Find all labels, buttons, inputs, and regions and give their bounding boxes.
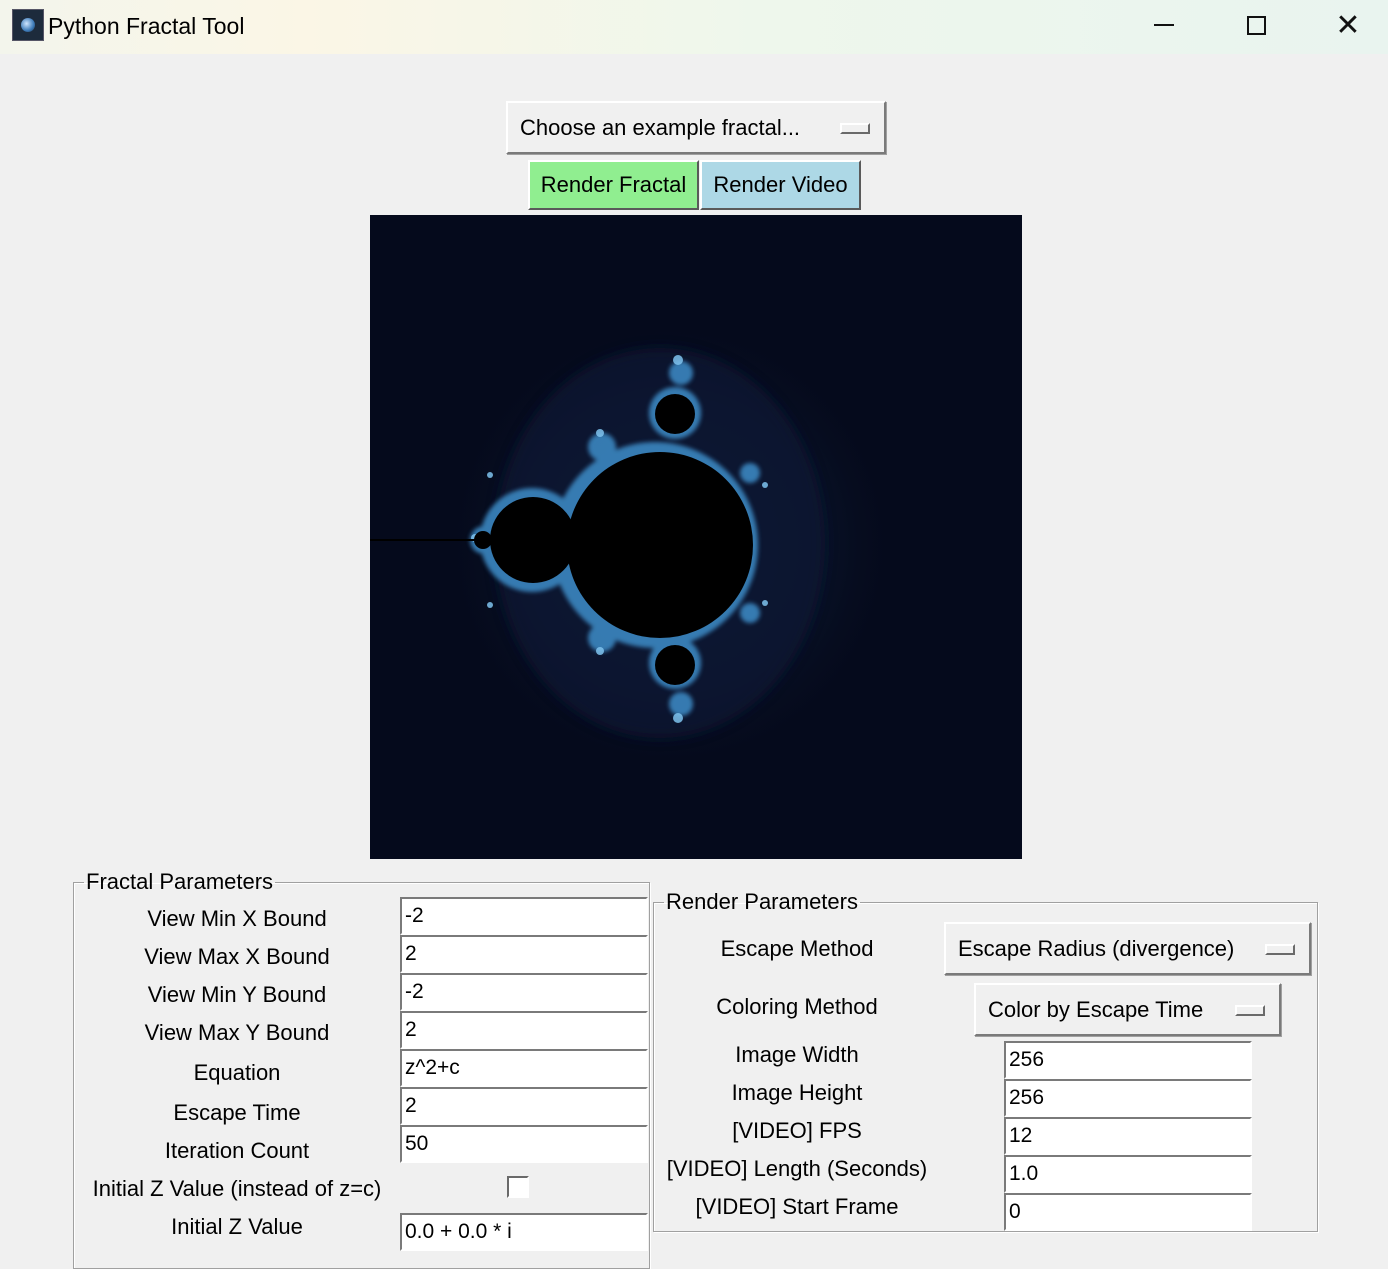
render-fractal-label: Render Fractal: [540, 172, 687, 197]
video-length-label: [VIDEO] Length (Seconds): [666, 1156, 928, 1181]
title-bar: Python Fractal Tool ✕: [0, 0, 1388, 54]
view-max-x-label: View Max X Bound: [144, 944, 330, 969]
minimize-icon: [1154, 24, 1174, 26]
video-start-frame-input[interactable]: 0: [1004, 1193, 1252, 1231]
close-icon: ✕: [1335, 7, 1361, 43]
escape-method-value: Escape Radius (divergence): [958, 935, 1235, 961]
render-video-label: Render Video: [713, 172, 848, 197]
view-max-y-label: View Max Y Bound: [144, 1020, 330, 1045]
video-fps-input[interactable]: 12: [1004, 1117, 1252, 1155]
coloring-method-value: Color by Escape Time: [988, 996, 1204, 1022]
maximize-icon: [1246, 15, 1266, 35]
example-fractal-menu-label: Choose an example fractal...: [520, 114, 801, 140]
image-height-label: Image Height: [731, 1080, 863, 1105]
render-fractal-button[interactable]: Render Fractal: [528, 160, 699, 210]
initial-z-label: Initial Z Value: [171, 1214, 303, 1239]
equation-label: Equation: [193, 1060, 281, 1085]
maximize-button[interactable]: [1210, 0, 1302, 50]
fractal-parameters-legend: Fractal Parameters: [86, 869, 274, 894]
view-min-x-label: View Min X Bound: [147, 906, 327, 931]
iteration-count-label: Iteration Count: [164, 1138, 310, 1163]
escape-time-input[interactable]: 2: [400, 1087, 648, 1125]
render-parameters-legend: Render Parameters: [666, 889, 858, 914]
app-icon: [12, 9, 44, 41]
equation-input[interactable]: z^2+c: [400, 1049, 648, 1087]
image-width-input[interactable]: 256: [1004, 1041, 1252, 1079]
mandelbrot-set-image: [370, 315, 900, 775]
initial-z-toggle-checkbox[interactable]: [507, 1176, 529, 1198]
minimize-button[interactable]: [1118, 0, 1210, 50]
coloring-method-label: Coloring Method: [716, 994, 878, 1019]
window-title: Python Fractal Tool: [48, 13, 245, 39]
video-length-input[interactable]: 1.0: [1004, 1155, 1252, 1193]
video-fps-label: [VIDEO] FPS: [732, 1118, 862, 1143]
dropdown-indicator-icon: [1235, 1004, 1265, 1016]
iteration-count-input[interactable]: 50: [400, 1125, 648, 1163]
example-fractal-menu[interactable]: Choose an example fractal...: [506, 101, 886, 154]
image-width-label: Image Width: [735, 1042, 859, 1067]
escape-time-label: Escape Time: [173, 1100, 301, 1125]
view-max-y-input[interactable]: 2: [400, 1011, 648, 1049]
coloring-method-menu[interactable]: Color by Escape Time: [974, 983, 1281, 1036]
image-height-input[interactable]: 256: [1004, 1079, 1252, 1117]
render-video-button[interactable]: Render Video: [700, 160, 861, 210]
dropdown-indicator-icon: [1265, 943, 1295, 955]
close-button[interactable]: ✕: [1302, 0, 1388, 50]
escape-method-menu[interactable]: Escape Radius (divergence): [944, 922, 1311, 975]
video-start-frame-label: [VIDEO] Start Frame: [695, 1194, 899, 1219]
view-min-y-input[interactable]: -2: [400, 973, 648, 1011]
view-max-x-input[interactable]: 2: [400, 935, 648, 973]
view-min-x-input[interactable]: -2: [400, 897, 648, 935]
initial-z-toggle-label: Initial Z Value (instead of z=c): [92, 1176, 382, 1201]
fractal-canvas[interactable]: [370, 215, 1022, 859]
escape-method-label: Escape Method: [720, 936, 874, 961]
initial-z-input[interactable]: 0.0 + 0.0 * i: [400, 1213, 648, 1251]
dropdown-indicator-icon: [840, 122, 870, 134]
view-min-y-label: View Min Y Bound: [147, 982, 327, 1007]
